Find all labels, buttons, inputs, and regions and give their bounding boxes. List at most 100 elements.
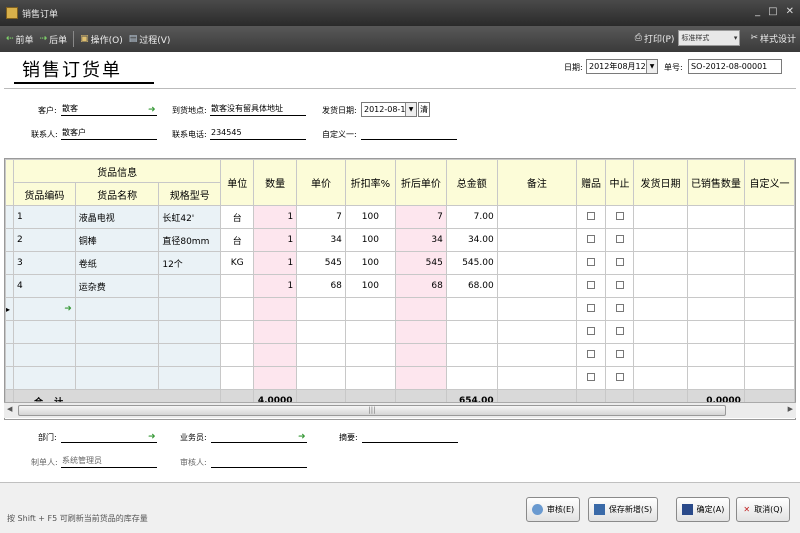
cell-gift[interactable] — [576, 274, 607, 298]
stop-checkbox[interactable] — [615, 257, 624, 266]
cell-qty[interactable] — [253, 297, 298, 321]
cell-name[interactable]: 卷纸 — [74, 251, 160, 275]
table-row[interactable] — [5, 320, 795, 344]
stop-checkbox[interactable] — [615, 280, 624, 289]
gift-checkbox[interactable] — [587, 303, 596, 312]
lookup-arrow-icon[interactable]: ➜ — [298, 432, 306, 442]
cell-stop[interactable] — [605, 274, 635, 298]
cell-remark[interactable] — [496, 297, 578, 321]
cell-name[interactable] — [74, 366, 160, 390]
cell-sold-qty[interactable] — [686, 343, 745, 367]
cell-unit[interactable]: KG — [220, 251, 255, 275]
col-disc-price-header[interactable]: 折后单价 — [394, 159, 447, 206]
cell-stop[interactable] — [605, 251, 635, 275]
stop-checkbox[interactable] — [615, 211, 624, 220]
cell-custom1[interactable] — [743, 297, 795, 321]
cell-remark[interactable] — [496, 343, 578, 367]
cell-qty[interactable]: 1 — [253, 251, 298, 275]
cell-discount[interactable] — [344, 320, 396, 344]
cell-unit[interactable] — [220, 320, 255, 344]
cell-discount[interactable]: 100 — [344, 251, 396, 275]
address-field[interactable]: 散客没有留具体地址 — [210, 103, 306, 116]
phone-field[interactable]: 234545 — [210, 127, 306, 140]
cell-code[interactable] — [12, 366, 76, 390]
minimize-button[interactable]: _ — [755, 6, 760, 17]
cell-custom1[interactable] — [743, 343, 795, 367]
cell-code[interactable]: ➜ — [12, 297, 76, 321]
cell-sold-qty[interactable] — [686, 274, 745, 298]
cell-gift[interactable] — [576, 297, 607, 321]
stop-checkbox[interactable] — [615, 349, 624, 358]
row-indicator[interactable] — [5, 228, 14, 252]
cell-unit[interactable] — [220, 343, 255, 367]
cell-gift[interactable] — [576, 366, 607, 390]
cell-gift[interactable] — [576, 320, 607, 344]
gift-checkbox[interactable] — [587, 234, 596, 243]
cell-name[interactable] — [74, 343, 160, 367]
chevron-down-icon[interactable]: ▼ — [405, 103, 416, 116]
cell-qty[interactable]: 1 — [253, 274, 298, 298]
gift-checkbox[interactable] — [587, 349, 596, 358]
cell-ship-date[interactable] — [633, 274, 688, 298]
gift-checkbox[interactable] — [587, 326, 596, 335]
maximize-button[interactable]: □ — [768, 6, 777, 17]
cell-custom1[interactable] — [743, 320, 795, 344]
cell-amount[interactable] — [445, 366, 498, 390]
table-row[interactable]: 2 铜棒 直径80mm 台 1 34 100 34 34.00 — [5, 228, 795, 252]
cell-name[interactable] — [74, 320, 160, 344]
cell-discount[interactable]: 100 — [344, 205, 396, 229]
col-custom1-header[interactable]: 自定义一 — [743, 159, 795, 206]
gift-checkbox[interactable] — [587, 257, 596, 266]
col-name-header[interactable]: 货品名称 — [74, 182, 160, 206]
cell-custom1[interactable] — [743, 251, 795, 275]
scroll-right-icon[interactable]: ▶ — [788, 405, 793, 413]
cell-remark[interactable] — [496, 320, 578, 344]
cell-name[interactable] — [74, 297, 160, 321]
col-sold-qty-header[interactable]: 已销售数量 — [686, 159, 745, 206]
row-indicator[interactable] — [5, 343, 14, 367]
cell-remark[interactable] — [496, 205, 578, 229]
cell-spec[interactable] — [158, 343, 222, 367]
cell-discount[interactable] — [344, 366, 396, 390]
cell-name[interactable]: 运杂费 — [74, 274, 160, 298]
cell-qty[interactable]: 1 — [253, 228, 298, 252]
cell-unit[interactable] — [220, 274, 255, 298]
cell-sold-qty[interactable] — [686, 297, 745, 321]
cell-price[interactable] — [296, 297, 346, 321]
row-indicator[interactable] — [5, 251, 14, 275]
cell-code[interactable]: 2 — [12, 228, 76, 252]
dept-field[interactable] — [61, 430, 157, 443]
cell-stop[interactable] — [605, 228, 635, 252]
cell-ship-date[interactable] — [633, 228, 688, 252]
date-picker[interactable]: 2012年08月12日 ▼ — [586, 59, 658, 74]
col-amount-header[interactable]: 总金额 — [445, 159, 498, 206]
cell-stop[interactable] — [605, 297, 635, 321]
cell-remark[interactable] — [496, 251, 578, 275]
lookup-arrow-icon[interactable]: ➜ — [148, 432, 156, 442]
clear-date-button[interactable]: 清 — [418, 102, 430, 117]
horizontal-scrollbar[interactable]: ◀ ||| ▶ — [4, 402, 796, 418]
col-discount-header[interactable]: 折扣率% — [344, 159, 396, 206]
cell-gift[interactable] — [576, 343, 607, 367]
stop-checkbox[interactable] — [615, 234, 624, 243]
cell-spec[interactable] — [158, 274, 222, 298]
cell-price[interactable]: 7 — [296, 205, 346, 229]
gift-checkbox[interactable] — [587, 372, 596, 381]
col-qty-header[interactable]: 数量 — [253, 159, 298, 206]
cell-disc-price[interactable] — [394, 366, 447, 390]
next-button[interactable]: ⇢ 后单 — [40, 33, 68, 46]
cell-disc-price[interactable]: 545 — [394, 251, 447, 275]
cell-price[interactable]: 545 — [296, 251, 346, 275]
summary-field[interactable] — [362, 430, 458, 443]
table-row[interactable]: 1 液晶电视 长虹42' 台 1 7 100 7 7.00 — [5, 205, 795, 229]
table-row[interactable] — [5, 343, 795, 367]
gift-checkbox[interactable] — [587, 280, 596, 289]
cell-spec[interactable]: 直径80mm — [158, 228, 222, 252]
cell-code[interactable]: 3 — [12, 251, 76, 275]
cell-name[interactable]: 铜棒 — [74, 228, 160, 252]
col-unit-header[interactable]: 单位 — [220, 159, 255, 206]
cell-spec[interactable] — [158, 366, 222, 390]
cell-unit[interactable]: 台 — [220, 205, 255, 229]
close-button[interactable]: ✕ — [786, 6, 794, 17]
cell-stop[interactable] — [605, 205, 635, 229]
